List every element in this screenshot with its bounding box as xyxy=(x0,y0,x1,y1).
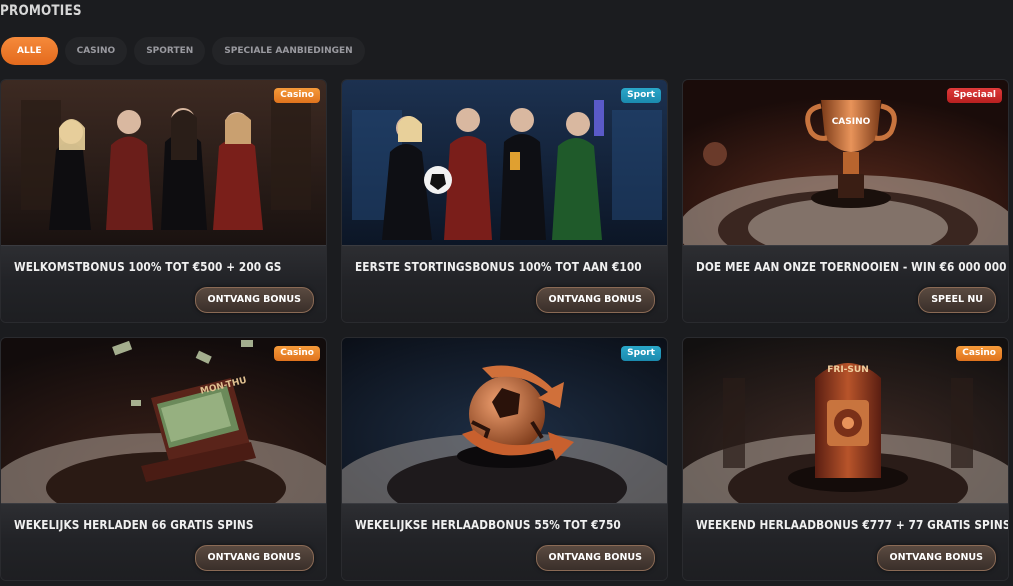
badge-sport: Sport xyxy=(621,88,661,103)
slot-top-text: FRI-SUN xyxy=(827,365,868,375)
claim-bonus-button[interactable]: ONTVANG BONUS xyxy=(876,545,996,571)
claim-bonus-button[interactable]: ONTVANG BONUS xyxy=(535,287,655,313)
claim-bonus-button[interactable]: ONTVANG BONUS xyxy=(194,545,314,571)
promo-card-body: DOE MEE AAN ONZE TOERNOOIEN - WIN €6 000… xyxy=(683,245,1009,322)
promo-image-trophy: CASINO xyxy=(683,80,1008,245)
promo-title: WEEKEND HERLAADBONUS €777 + 77 GRATIS SP… xyxy=(696,518,1009,532)
promo-card-welcome-bonus[interactable]: Casino WELKOMSTBONUS 100% TOT €500 + 200… xyxy=(0,79,327,323)
tab-sports[interactable]: SPORTEN xyxy=(134,37,206,65)
promo-card-first-deposit[interactable]: Sport EERSTE STORTINGSBONUS 100% TOT AAN… xyxy=(341,79,668,323)
promo-card-weekly-reload-spins[interactable]: MON-THU Casino WEKELIJKS HERLADEN 66 GRA… xyxy=(0,337,327,581)
promo-image-characters-sport xyxy=(342,80,667,245)
promo-title: WEKELIJKS HERLADEN 66 GRATIS SPINS xyxy=(14,518,254,532)
promo-card-weekly-reload-sport[interactable]: Sport WEKELIJKSE HERLAADBONUS 55% TOT €7… xyxy=(341,337,668,581)
promo-title: WEKELIJKSE HERLAADBONUS 55% TOT €750 xyxy=(355,518,621,532)
promo-card-tournaments[interactable]: CASINO Speciaal DOE MEE AAN ONZE TOERNOO… xyxy=(682,79,1009,323)
promo-title: DOE MEE AAN ONZE TOERNOOIEN - WIN €6 000… xyxy=(696,260,1009,274)
tab-all[interactable]: ALLE xyxy=(1,37,58,65)
badge-casino: Casino xyxy=(274,88,320,103)
promo-card-body: WEEKEND HERLAADBONUS €777 + 77 GRATIS SP… xyxy=(683,503,1009,580)
badge-casino: Casino xyxy=(956,346,1002,361)
play-now-button[interactable]: SPEEL NU xyxy=(918,287,996,313)
promo-image-slot-machine: FRI-SUN xyxy=(683,338,1008,503)
badge-special: Speciaal xyxy=(947,88,1002,103)
badge-sport: Sport xyxy=(621,346,661,361)
promo-card-body: WEKELIJKSE HERLAADBONUS 55% TOT €750 ONT… xyxy=(342,503,667,580)
promo-title: EERSTE STORTINGSBONUS 100% TOT AAN €100 xyxy=(355,260,642,274)
badge-casino: Casino xyxy=(274,346,320,361)
page-title: PROMOTIES xyxy=(0,3,82,19)
promo-card-body: WEKELIJKS HERLADEN 66 GRATIS SPINS ONTVA… xyxy=(1,503,326,580)
promo-image-money-case: MON-THU xyxy=(1,338,326,503)
promo-card-body: EERSTE STORTINGSBONUS 100% TOT AAN €100 … xyxy=(342,245,667,322)
promo-card-body: WELKOMSTBONUS 100% TOT €500 + 200 GS ONT… xyxy=(1,245,326,322)
claim-bonus-button[interactable]: ONTVANG BONUS xyxy=(535,545,655,571)
promo-image-characters-casino xyxy=(1,80,326,245)
tab-casino[interactable]: CASINO xyxy=(64,37,128,65)
promo-card-weekend-reload[interactable]: FRI-SUN Casino WEEKEND HERLAADBONUS €777… xyxy=(682,337,1009,581)
claim-bonus-button[interactable]: ONTVANG BONUS xyxy=(194,287,314,313)
trophy-plate-text: CASINO xyxy=(832,117,871,127)
filter-tabs: ALLE CASINO SPORTEN SPECIALE AANBIEDINGE… xyxy=(1,37,365,65)
tab-special-offers[interactable]: SPECIALE AANBIEDINGEN xyxy=(212,37,365,65)
promo-image-soccer-ball xyxy=(342,338,667,503)
promo-title: WELKOMSTBONUS 100% TOT €500 + 200 GS xyxy=(14,260,282,274)
